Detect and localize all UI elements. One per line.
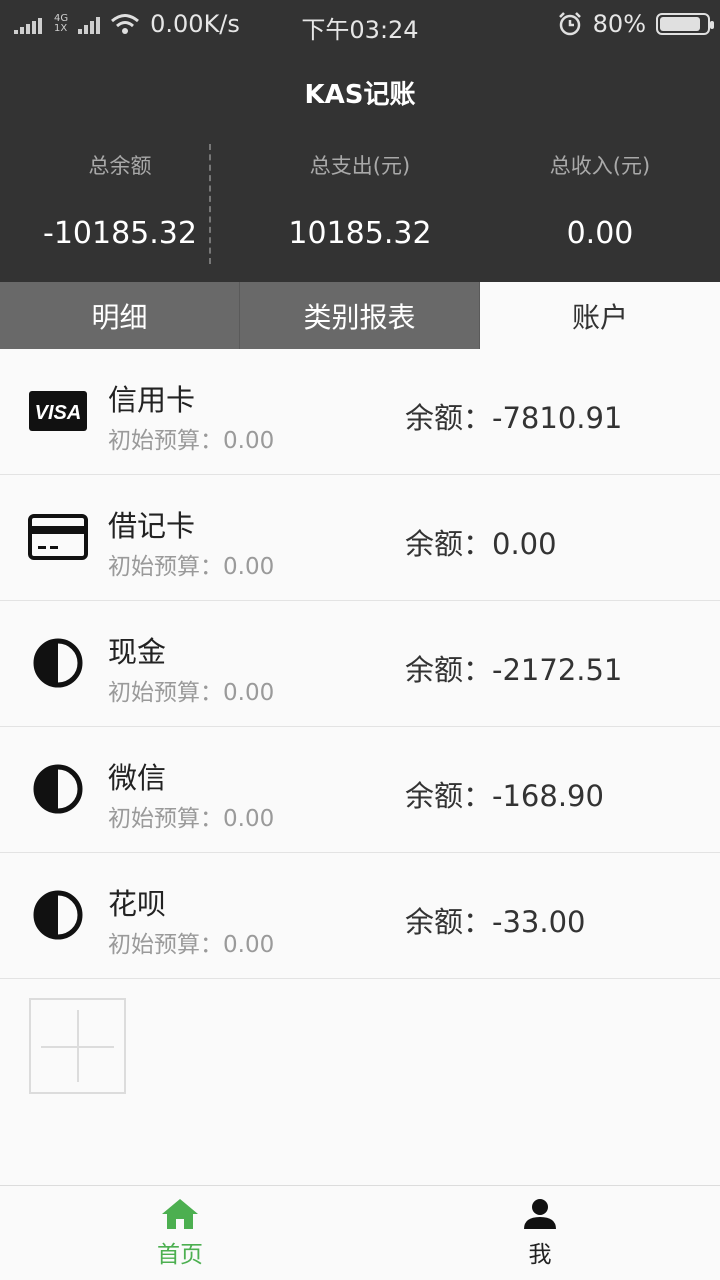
account-balance: 余额：-7810.91 <box>405 401 623 435</box>
contrast-icon <box>28 638 88 688</box>
alarm-icon <box>558 12 581 36</box>
account-name: 花呗 <box>108 887 167 921</box>
initial-budget: 初始预算：0.00 <box>108 554 275 580</box>
account-name: 借记卡 <box>108 509 196 543</box>
account-name: 现金 <box>108 635 167 669</box>
contrast-icon <box>28 890 88 940</box>
account-name: 微信 <box>108 761 167 795</box>
stat-total-income: 总收入(元) 0.00 <box>480 144 720 264</box>
contrast-icon <box>28 764 88 814</box>
list-item[interactable]: 微信 初始预算：0.00 余额：-168.90 <box>0 727 720 853</box>
battery-icon <box>656 13 714 35</box>
summary-stats: 总余额 -10185.32 总支出(元) 10185.32 总收入(元) 0.0… <box>0 144 720 264</box>
card-icon <box>28 513 88 561</box>
nav-home-label: 首页 <box>157 1242 203 1268</box>
list-item[interactable]: VISA 信用卡 初始预算：0.00 余额：-7810.91 <box>0 349 720 475</box>
tab-details[interactable]: 明细 <box>0 282 240 349</box>
list-item[interactable]: 花呗 初始预算：0.00 余额：-33.00 <box>0 853 720 979</box>
nav-me[interactable]: 我 <box>360 1186 720 1280</box>
home-icon <box>162 1199 198 1229</box>
app-title: KAS记账 <box>304 80 416 110</box>
add-account-button[interactable] <box>29 998 126 1094</box>
stat-total-expense: 总支出(元) 10185.32 <box>240 144 480 264</box>
status-bar: 4G 1X 0.00K/s 下午03:24 80% <box>0 0 720 48</box>
stat-value: 10185.32 <box>288 216 432 251</box>
dashed-divider <box>209 144 211 264</box>
initial-budget: 初始预算：0.00 <box>108 932 275 958</box>
tab-accounts[interactable]: 账户 <box>480 282 720 349</box>
svg-text:VISA: VISA <box>35 402 82 424</box>
battery-percent: 80% <box>592 10 646 38</box>
initial-budget: 初始预算：0.00 <box>108 428 275 454</box>
tab-category-report[interactable]: 类别报表 <box>240 282 480 349</box>
list-item[interactable]: 现金 初始预算：0.00 余额：-2172.51 <box>0 601 720 727</box>
account-list: VISA 信用卡 初始预算：0.00 余额：-7810.91 借记卡 初始预算：… <box>0 349 720 979</box>
summary-header: KAS记账 总余额 -10185.32 总支出(元) 10185.32 总收入(… <box>0 48 720 282</box>
account-balance: 余额：-2172.51 <box>405 653 623 687</box>
nav-me-label: 我 <box>528 1242 552 1268</box>
account-name: 信用卡 <box>108 383 196 417</box>
stat-label: 总支出(元) <box>309 154 411 178</box>
nav-home[interactable]: 首页 <box>0 1186 360 1280</box>
account-balance: 余额：-168.90 <box>405 779 604 813</box>
tab-bar: 明细 类别报表 账户 <box>0 282 720 349</box>
initial-budget: 初始预算：0.00 <box>108 806 275 832</box>
bottom-navigation: 首页 我 <box>0 1185 720 1280</box>
stat-value: -10185.32 <box>43 216 197 251</box>
account-balance: 余额：-33.00 <box>405 905 586 939</box>
stat-value: 0.00 <box>566 216 634 251</box>
stat-label: 总余额 <box>88 154 152 178</box>
stat-total-balance: 总余额 -10185.32 <box>0 144 240 264</box>
person-icon <box>524 1199 556 1229</box>
list-item[interactable]: 借记卡 初始预算：0.00 余额：0.00 <box>0 475 720 601</box>
stat-label: 总收入(元) <box>549 154 651 178</box>
initial-budget: 初始预算：0.00 <box>108 680 275 706</box>
visa-icon: VISA <box>28 387 88 435</box>
account-balance: 余额：0.00 <box>405 527 557 561</box>
